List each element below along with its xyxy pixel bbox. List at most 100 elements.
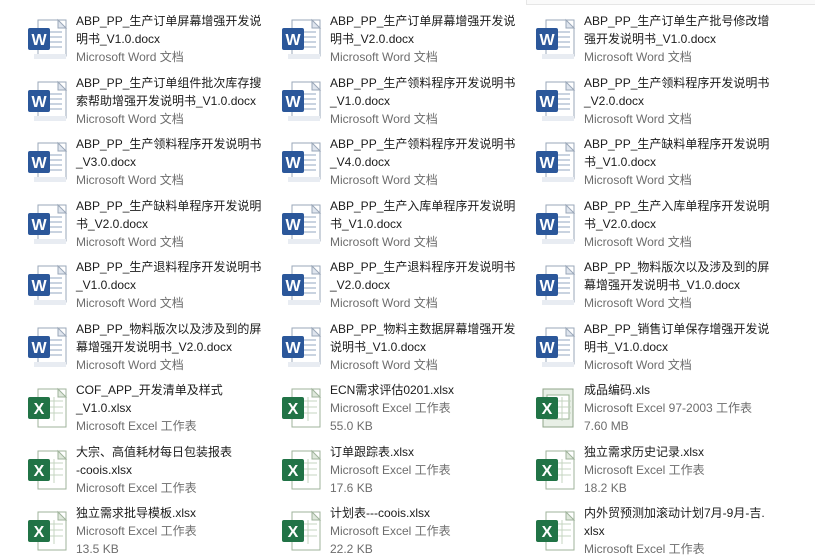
svg-text:W: W bbox=[31, 32, 47, 49]
file-name-line: 独立需求批导模板.xlsx bbox=[76, 506, 197, 520]
file-tile[interactable]: X 计划表---coois.xlsx Microsoft Excel 工作表 22.… bbox=[276, 502, 526, 560]
file-name-line: ABP_PP_物料版次以及涉及到的屏 bbox=[584, 260, 770, 274]
svg-text:W: W bbox=[539, 340, 555, 357]
file-info: ECN需求评估0201.xlsx Microsoft Excel 工作表 55.0 … bbox=[328, 379, 526, 435]
file-info: 计划表---coois.xlsx Microsoft Excel 工作表 22.2 … bbox=[328, 502, 526, 558]
file-info: ABP_PP_物料版次以及涉及到的屏 幕增强开发说明书_V1.0.docx Micr… bbox=[582, 256, 780, 312]
file-type: Microsoft Word 文档 bbox=[330, 173, 438, 187]
word-icon: W bbox=[22, 320, 74, 374]
excel-icon: X bbox=[22, 443, 74, 497]
file-tile[interactable]: X ECN需求评估0201.xlsx Microsoft Excel 工作表 55.… bbox=[276, 379, 526, 437]
file-tile[interactable]: W ABP_PP_销售订单保存增强开发说 明书_V1.0.docx Microsof… bbox=[530, 318, 780, 376]
svg-text:W: W bbox=[539, 155, 555, 172]
file-info: ABP_PP_生产领料程序开发说明书 _V1.0.docx Microsoft Wo… bbox=[328, 72, 526, 128]
svg-text:X: X bbox=[542, 463, 553, 480]
file-name-line: ABP_PP_生产入库单程序开发说明 bbox=[330, 199, 516, 213]
file-type: Microsoft Word 文档 bbox=[584, 50, 692, 64]
file-name-line: ABP_PP_物料主数据屏幕增强开发 bbox=[330, 322, 516, 336]
file-size: 17.6 KB bbox=[330, 481, 373, 495]
file-name-line: ABP_PP_生产缺料单程序开发说明 bbox=[76, 199, 262, 213]
file-info: 订单跟踪表.xlsx Microsoft Excel 工作表 17.6 KB bbox=[328, 441, 526, 497]
file-tile[interactable]: W ABP_PP_生产退料程序开发说明书 _V1.0.docx Microsoft … bbox=[22, 256, 272, 314]
file-name-line: ABP_PP_生产领料程序开发说明书 bbox=[330, 137, 516, 151]
file-tile[interactable]: W ABP_PP_生产退料程序开发说明书 _V2.0.docx Microsoft … bbox=[276, 256, 526, 314]
file-name-line: ABP_PP_生产退料程序开发说明书 bbox=[76, 260, 262, 274]
file-type: Microsoft Word 文档 bbox=[330, 296, 438, 310]
file-tile[interactable]: X 独立需求批导模板.xlsx Microsoft Excel 工作表 13.5 K… bbox=[22, 502, 272, 560]
svg-text:X: X bbox=[288, 463, 299, 480]
file-tile[interactable]: W ABP_PP_生产入库单程序开发说明 书_V2.0.docx Microsoft… bbox=[530, 195, 780, 253]
word-icon: W bbox=[530, 12, 582, 66]
file-tile[interactable]: X 成品编码.xls Microsoft Excel 97-2003 工作表 7.6… bbox=[530, 379, 780, 437]
file-size: 18.2 KB bbox=[584, 481, 627, 495]
file-tile[interactable]: X COF_APP_开发清单及样式 _V1.0.xlsx Microsoft Exc… bbox=[22, 379, 272, 437]
file-tile[interactable]: W ABP_PP_生产缺料单程序开发说明 书_V2.0.docx Microsoft… bbox=[22, 195, 272, 253]
file-tile[interactable]: X 独立需求历史记录.xlsx Microsoft Excel 工作表 18.2 K… bbox=[530, 441, 780, 499]
excel-icon: X bbox=[276, 504, 328, 558]
file-name-line: 明书_V1.0.docx bbox=[584, 340, 669, 354]
svg-text:X: X bbox=[288, 401, 299, 418]
file-type: Microsoft Excel 工作表 bbox=[330, 463, 451, 477]
file-tile[interactable]: X 大宗、高值耗材每日包装报表 -coois.xlsx Microsoft Exce… bbox=[22, 441, 272, 499]
file-type: Microsoft Word 文档 bbox=[584, 112, 692, 126]
file-name-line: _V4.0.docx bbox=[330, 155, 391, 169]
file-name-line: 订单跟踪表.xlsx bbox=[330, 445, 415, 459]
svg-text:W: W bbox=[285, 155, 301, 172]
file-tile[interactable]: W ABP_PP_物料版次以及涉及到的屏 幕增强开发说明书_V2.0.docx Mi… bbox=[22, 318, 272, 376]
file-name-line: 书_V1.0.docx bbox=[584, 155, 657, 169]
file-tile[interactable]: W ABP_PP_生产入库单程序开发说明 书_V1.0.docx Microsoft… bbox=[276, 195, 526, 253]
file-tile[interactable]: W ABP_PP_生产订单生产批号修改增 强开发说明书_V1.0.docx Micr… bbox=[530, 10, 780, 68]
svg-text:W: W bbox=[31, 278, 47, 295]
file-info: 内外贸预测加滚动计划7月-9月-吉. xlsx Microsoft Excel 工作… bbox=[582, 502, 780, 558]
file-name-line: 大宗、高值耗材每日包装报表 bbox=[76, 445, 233, 459]
file-name-line: 成品编码.xls bbox=[584, 383, 651, 397]
file-tile[interactable]: W ABP_PP_物料版次以及涉及到的屏 幕增强开发说明书_V1.0.docx Mi… bbox=[530, 256, 780, 314]
file-tile[interactable]: X 订单跟踪表.xlsx Microsoft Excel 工作表 17.6 KB bbox=[276, 441, 526, 499]
file-type: Microsoft Word 文档 bbox=[330, 358, 438, 372]
file-type: Microsoft Excel 工作表 bbox=[584, 542, 705, 556]
file-name-line: ABP_PP_生产入库单程序开发说明 bbox=[584, 199, 770, 213]
excel-icon: X bbox=[530, 504, 582, 558]
word-icon: W bbox=[276, 258, 328, 312]
svg-text:W: W bbox=[31, 94, 47, 111]
svg-text:X: X bbox=[34, 524, 45, 541]
file-tile[interactable]: W ABP_PP_生产缺料单程序开发说明 书_V1.0.docx Microsoft… bbox=[530, 133, 780, 191]
file-tile[interactable]: W ABP_PP_生产领料程序开发说明书 _V1.0.docx Microsoft … bbox=[276, 72, 526, 130]
file-tile[interactable]: W ABP_PP_生产订单组件批次库存搜 索帮助增强开发说明书_V1.0.docx… bbox=[22, 72, 272, 130]
file-type: Microsoft Word 文档 bbox=[584, 296, 692, 310]
file-tile[interactable]: W ABP_PP_生产领料程序开发说明书 _V4.0.docx Microsoft … bbox=[276, 133, 526, 191]
file-tile[interactable]: W ABP_PP_生产订单屏幕增强开发说 明书_V2.0.docx Microsof… bbox=[276, 10, 526, 68]
file-tile[interactable]: W ABP_PP_生产领料程序开发说明书 _V3.0.docx Microsoft … bbox=[22, 133, 272, 191]
file-info: ABP_PP_生产入库单程序开发说明 书_V1.0.docx Microsoft W… bbox=[328, 195, 526, 251]
file-tile[interactable]: W ABP_PP_物料主数据屏幕增强开发 说明书_V1.0.docx Microso… bbox=[276, 318, 526, 376]
svg-text:W: W bbox=[285, 32, 301, 49]
word-icon: W bbox=[22, 12, 74, 66]
file-type: Microsoft Excel 工作表 bbox=[76, 524, 197, 538]
excel-icon: X bbox=[276, 443, 328, 497]
file-tile[interactable]: X 内外贸预测加滚动计划7月-9月-吉. xlsx Microsoft Excel … bbox=[530, 502, 780, 560]
file-info: 独立需求历史记录.xlsx Microsoft Excel 工作表 18.2 KB bbox=[582, 441, 780, 497]
file-type: Microsoft Word 文档 bbox=[330, 112, 438, 126]
svg-text:W: W bbox=[539, 94, 555, 111]
svg-text:W: W bbox=[31, 340, 47, 357]
file-info: ABP_PP_生产领料程序开发说明书 _V2.0.docx Microsoft Wo… bbox=[582, 72, 780, 128]
svg-text:W: W bbox=[539, 278, 555, 295]
excel-icon: X bbox=[22, 381, 74, 435]
file-type: Microsoft Word 文档 bbox=[76, 173, 184, 187]
file-tile[interactable]: W ABP_PP_生产订单屏幕增强开发说 明书_V1.0.docx Microsof… bbox=[22, 10, 272, 68]
file-info: ABP_PP_物料版次以及涉及到的屏 幕增强开发说明书_V2.0.docx Micr… bbox=[74, 318, 272, 374]
file-name-line: -coois.xlsx bbox=[76, 463, 133, 477]
excel-icon: X bbox=[276, 381, 328, 435]
file-tile[interactable]: W ABP_PP_生产领料程序开发说明书 _V2.0.docx Microsoft … bbox=[530, 72, 780, 130]
file-name-line: _V1.0.xlsx bbox=[76, 401, 132, 415]
file-type: Microsoft Word 文档 bbox=[76, 50, 184, 64]
word-icon: W bbox=[276, 74, 328, 128]
file-name-line: ABP_PP_生产订单屏幕增强开发说 bbox=[76, 14, 262, 28]
svg-text:X: X bbox=[542, 524, 553, 541]
file-type: Microsoft Excel 工作表 bbox=[330, 401, 451, 415]
svg-text:W: W bbox=[31, 155, 47, 172]
svg-text:W: W bbox=[285, 340, 301, 357]
file-type: Microsoft Word 文档 bbox=[76, 358, 184, 372]
file-info: ABP_PP_生产订单屏幕增强开发说 明书_V2.0.docx Microsoft … bbox=[328, 10, 526, 66]
svg-text:X: X bbox=[34, 401, 45, 418]
